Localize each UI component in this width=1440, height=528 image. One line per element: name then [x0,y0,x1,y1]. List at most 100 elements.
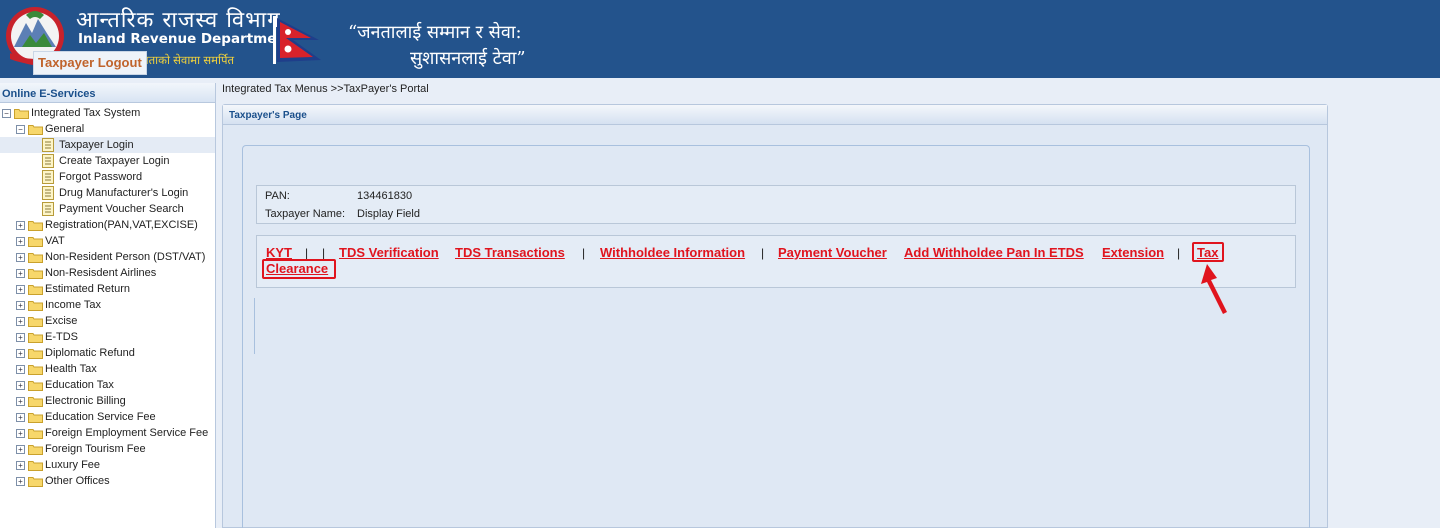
sidebar-item-diplomatic-refund[interactable]: + Diplomatic Refund [0,345,215,361]
sidebar-item-general[interactable]: − General [0,121,215,137]
folder-icon [28,300,43,311]
expand-icon[interactable]: + [16,365,25,374]
sidebar-heading: Online E-Services [0,83,215,103]
taxpayer-info-box: PAN: 134461830 Taxpayer Name: Display Fi… [256,185,1296,224]
sidebar-item-vat[interactable]: + VAT [0,233,215,249]
link-separator: | [582,246,586,260]
sidebar-item-non-resident-person-dst-vat[interactable]: + Non-Resident Person (DST/VAT) [0,249,215,265]
folder-icon [28,476,43,487]
taxpayer-name-value: Display Field [357,208,420,220]
folder-icon [28,284,43,295]
expand-icon[interactable]: + [16,285,25,294]
sidebar-item-health-tax[interactable]: + Health Tax [0,361,215,377]
payment-voucher-link[interactable]: Payment Voucher [778,245,887,260]
sidebar-item-create-taxpayer-login[interactable]: Create Taxpayer Login [0,153,215,169]
sidebar-item-luxury-fee[interactable]: + Luxury Fee [0,457,215,473]
sidebar-item-label: Electronic Billing [45,395,126,407]
document-icon [42,202,54,216]
sidebar-item-label: Health Tax [45,363,97,375]
sidebar-item-education-tax[interactable]: + Education Tax [0,377,215,393]
breadcrumb: Integrated Tax Menus >>TaxPayer's Portal [222,83,429,95]
sidebar-item-forgot-password[interactable]: Forgot Password [0,169,215,185]
sidebar-item-label: Integrated Tax System [31,107,141,119]
sidebar-item-label: Education Service Fee [45,411,156,423]
sidebar-item-excise[interactable]: + Excise [0,313,215,329]
taxpayer-page-panel: Taxpayer's Page [222,104,1328,528]
expand-icon[interactable]: + [16,301,25,310]
sidebar-item-integrated-tax-system[interactable]: − Integrated Tax System [0,105,215,121]
expand-icon[interactable]: + [16,349,25,358]
expand-icon[interactable]: + [16,429,25,438]
document-icon [42,186,54,200]
folder-icon [28,252,43,263]
collapse-icon[interactable]: − [2,109,11,118]
folder-icon [28,332,43,343]
folder-icon [28,316,43,327]
link-separator: | [761,246,765,260]
sidebar-item-label: Non-Resisdent Airlines [45,267,157,279]
sidebar-item-label: Foreign Employment Service Fee [45,427,209,439]
sidebar: Online E-Services − Integrated Tax System… [0,83,216,528]
pan-row: PAN: 134461830 [265,190,412,202]
sidebar-item-education-service-fee[interactable]: + Education Service Fee [0,409,215,425]
sidebar-item-label: Income Tax [45,299,102,311]
extension-link[interactable]: Extension [1102,245,1164,260]
folder-icon [28,268,43,279]
pan-value: 134461830 [357,190,413,202]
service-tree: − Integrated Tax System − General Taxpayer L… [0,103,215,489]
expand-icon[interactable]: + [16,253,25,262]
expand-icon[interactable]: + [16,269,25,278]
sidebar-item-label: Foreign Tourism Fee [45,443,146,455]
content-divider [254,298,255,354]
link-separator: | [322,246,326,260]
expand-icon[interactable]: + [16,445,25,454]
document-icon [42,154,54,168]
sidebar-item-label: Drug Manufacturer's Login [59,187,189,199]
expand-icon[interactable]: + [16,221,25,230]
sidebar-item-label: VAT [45,235,65,247]
tds-transactions-link[interactable]: TDS Transactions [455,245,565,260]
sidebar-item-foreign-tourism-fee[interactable]: + Foreign Tourism Fee [0,441,215,457]
sidebar-item-estimated-return[interactable]: + Estimated Return [0,281,215,297]
sidebar-item-label: Taxpayer Login [59,139,134,151]
expand-icon[interactable]: + [16,397,25,406]
add-withholdee-pan-link[interactable]: Add Withholdee Pan In ETDS [904,245,1084,260]
expand-icon[interactable]: + [16,333,25,342]
tds-verification-link[interactable]: TDS Verification [339,245,439,260]
sidebar-item-foreign-employment-service-fee[interactable]: + Foreign Employment Service Fee [0,425,215,441]
folder-icon [28,412,43,423]
folder-icon [28,444,43,455]
sidebar-item-income-tax[interactable]: + Income Tax [0,297,215,313]
expand-icon[interactable]: + [16,317,25,326]
pan-label: PAN: [265,190,290,202]
header-slogan-line2: सुशासनलाई टेवा” [410,48,526,69]
folder-icon [28,348,43,359]
sidebar-item-payment-voucher-search[interactable]: Payment Voucher Search [0,201,215,217]
withholdee-information-link[interactable]: Withholdee Information [600,245,745,260]
folder-icon [28,428,43,439]
sidebar-item-e-tds[interactable]: + E-TDS [0,329,215,345]
sidebar-item-electronic-billing[interactable]: + Electronic Billing [0,393,215,409]
clearance-highlight-box [262,259,336,279]
sidebar-item-label: Forgot Password [59,171,143,183]
sidebar-item-other-offices[interactable]: + Other Offices [0,473,215,489]
expand-icon[interactable]: + [16,477,25,486]
sidebar-item-non-resisdent-airlines[interactable]: + Non-Resisdent Airlines [0,265,215,281]
expand-icon[interactable]: + [16,381,25,390]
sidebar-item-taxpayer-login[interactable]: Taxpayer Login [0,137,215,153]
expand-icon[interactable]: + [16,413,25,422]
red-arrow-icon [1201,264,1227,314]
sidebar-item-drug-manufacturer-s-login[interactable]: Drug Manufacturer's Login [0,185,215,201]
kyt-link[interactable]: KYT [266,245,292,260]
taxpayer-logout-legend[interactable]: Taxpayer Logout [33,51,147,75]
expand-icon[interactable]: + [16,461,25,470]
folder-icon [28,124,43,135]
link-separator: | [1177,246,1181,260]
collapse-icon[interactable]: − [16,125,25,134]
sidebar-item-registration-pan-vat-excise[interactable]: + Registration(PAN,VAT,EXCISE) [0,217,215,233]
sidebar-item-label: Create Taxpayer Login [59,155,170,167]
sidebar-item-label: Payment Voucher Search [59,203,184,215]
expand-icon[interactable]: + [16,237,25,246]
sidebar-item-label: Excise [45,315,78,327]
header-slogan-line1: “जनतालाई सम्मान र सेवा: [348,22,522,43]
